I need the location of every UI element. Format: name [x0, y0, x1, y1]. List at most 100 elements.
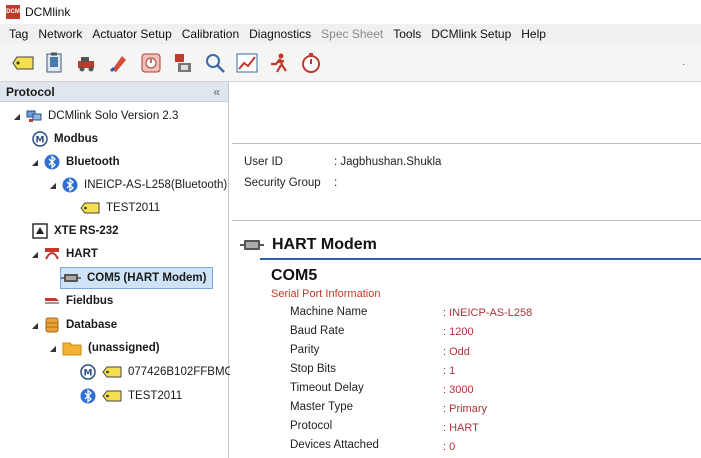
tree-label: HART: [66, 248, 98, 260]
hart-icon: [44, 246, 60, 262]
trend-chart-icon[interactable]: [234, 50, 260, 76]
run-icon[interactable]: [266, 50, 292, 76]
menu-diagnostics[interactable]: Diagnostics: [244, 27, 316, 41]
tree-node-unassigned[interactable]: ◢ (unassigned): [48, 338, 160, 358]
fieldbus-icon: [44, 293, 60, 309]
tree-node-bluetooth-device[interactable]: ◢ INEICP-AS-L258(Bluetooth): [48, 175, 227, 195]
diagnostics-icon[interactable]: [138, 50, 164, 76]
tag-icon: [80, 200, 100, 216]
app-logo-icon: DCM: [6, 5, 20, 19]
tree-label: DCMlink Solo Version 2.3: [48, 110, 179, 122]
tree-label: 077426B102FFBMOD: [128, 366, 242, 378]
expand-toggle-icon[interactable]: ◢: [48, 344, 58, 353]
title-bar: DCM DCMlink: [0, 0, 701, 24]
svg-text:M: M: [36, 136, 45, 146]
tree-node-fieldbus[interactable]: Fieldbus: [44, 291, 113, 311]
expand-toggle-icon[interactable]: ◢: [48, 181, 58, 190]
master-type-label: Master Type: [290, 401, 354, 413]
stop-bits-value: : 1: [443, 365, 456, 377]
tree-node-hart[interactable]: ◢ HART: [30, 244, 98, 264]
port-title: COM5: [271, 267, 318, 284]
tree-node-bluetooth-tag[interactable]: TEST2011: [80, 198, 160, 218]
parity-value: : Odd: [443, 346, 470, 358]
tree-label: INEICP-AS-L258(Bluetooth): [84, 179, 228, 191]
tag-icon[interactable]: [10, 50, 36, 76]
menu-bar: Tag Network Actuator Setup Calibration D…: [0, 24, 701, 44]
calibration-icon[interactable]: [106, 50, 132, 76]
bluetooth-icon: [62, 177, 78, 193]
section-underline: [260, 258, 701, 260]
detail-panel: User ID : Jagbhushan.Shukla Security Gro…: [230, 82, 701, 458]
parity-label: Parity: [290, 344, 320, 356]
spec-sheet-icon[interactable]: [42, 50, 68, 76]
modbus-icon: M: [80, 364, 96, 380]
collapse-panel-icon[interactable]: «: [213, 85, 220, 99]
machine-name-value: : INEICP-AS-L258: [443, 307, 533, 319]
divider: [232, 220, 701, 221]
panel-title: Protocol: [6, 84, 55, 99]
timer-icon[interactable]: [298, 50, 324, 76]
stop-bits-label: Stop Bits: [290, 363, 337, 375]
expand-toggle-icon[interactable]: ◢: [12, 112, 22, 121]
xte-icon: [32, 223, 48, 239]
section-title: HART Modem: [272, 236, 377, 253]
baud-rate-label: Baud Rate: [290, 325, 345, 337]
menu-help[interactable]: Help: [516, 27, 551, 41]
tree-label: COM5 (HART Modem): [87, 272, 207, 284]
protocol-panel: Protocol « ◢ DCMlink Solo Version 2.3 M …: [0, 82, 242, 458]
search-icon[interactable]: [202, 50, 228, 76]
tree-label: XTE RS-232: [54, 225, 119, 237]
toolbar-overflow: .: [682, 57, 685, 68]
tree-node-hart-modem-selected[interactable]: COM5 (HART Modem): [60, 267, 214, 289]
menu-dcmlink-setup[interactable]: DCMlink Setup: [426, 27, 516, 41]
menu-spec-sheet[interactable]: Spec Sheet: [316, 27, 388, 41]
tree-node-bluetooth[interactable]: ◢ Bluetooth: [30, 152, 120, 172]
toolbar: .: [0, 44, 701, 82]
menu-calibration[interactable]: Calibration: [177, 27, 244, 41]
tree-node-root[interactable]: ◢ DCMlink Solo Version 2.3: [12, 106, 178, 126]
tree-node-db-tag-1[interactable]: M 077426B102FFBMOD: [80, 362, 242, 382]
serial-port-info-heading: Serial Port Information: [271, 288, 381, 300]
expand-toggle-icon[interactable]: ◢: [30, 158, 40, 167]
master-type-value: : Primary: [443, 403, 487, 415]
expand-toggle-icon[interactable]: ◢: [30, 250, 40, 259]
svg-text:M: M: [84, 369, 93, 379]
window-title: DCMlink: [25, 5, 71, 19]
devices-attached-value: : 0: [443, 441, 456, 453]
baud-rate-value: : 1200: [443, 326, 474, 338]
timeout-delay-label: Timeout Delay: [290, 382, 364, 394]
network-computer-icon: [26, 108, 42, 124]
tree-label: Bluetooth: [66, 156, 120, 168]
tree-label: Modbus: [54, 133, 99, 145]
machine-name-label: Machine Name: [290, 306, 368, 318]
bluetooth-icon: [80, 388, 96, 404]
hart-modem-heading: HART Modem: [240, 236, 377, 254]
devices-attached-label: Devices Attached: [290, 439, 379, 451]
tree-node-xte[interactable]: XTE RS-232: [32, 221, 119, 241]
actuator-icon[interactable]: [74, 50, 100, 76]
timeout-delay-value: : 3000: [443, 384, 474, 396]
hart-modem-icon: [61, 270, 81, 286]
expand-toggle-icon[interactable]: ◢: [30, 321, 40, 330]
tree-node-db-tag-2[interactable]: TEST2011: [80, 386, 182, 406]
menu-tag[interactable]: Tag: [4, 27, 33, 41]
user-id-value: : Jagbhushan.Shukla: [334, 156, 442, 168]
tree-label: TEST2011: [128, 390, 183, 402]
tree-node-database[interactable]: ◢ Database: [30, 315, 117, 335]
menu-tools[interactable]: Tools: [388, 27, 426, 41]
menu-network[interactable]: Network: [33, 27, 87, 41]
database-icon: [44, 317, 60, 333]
protocol-label: Protocol: [290, 420, 333, 432]
tree-node-modbus[interactable]: M Modbus: [32, 129, 98, 149]
security-group-value: :: [334, 177, 338, 189]
tag-icon: [102, 364, 122, 380]
tree-label: Database: [66, 319, 118, 331]
tree-label: Fieldbus: [66, 295, 114, 307]
signature-icon[interactable]: [170, 50, 196, 76]
menu-actuator-setup[interactable]: Actuator Setup: [87, 27, 176, 41]
tree-label: TEST2011: [106, 202, 161, 214]
folder-icon: [62, 340, 82, 356]
modbus-icon: M: [32, 131, 48, 147]
protocol-panel-header: Protocol «: [0, 82, 228, 102]
user-id-label: User ID: [244, 156, 283, 168]
